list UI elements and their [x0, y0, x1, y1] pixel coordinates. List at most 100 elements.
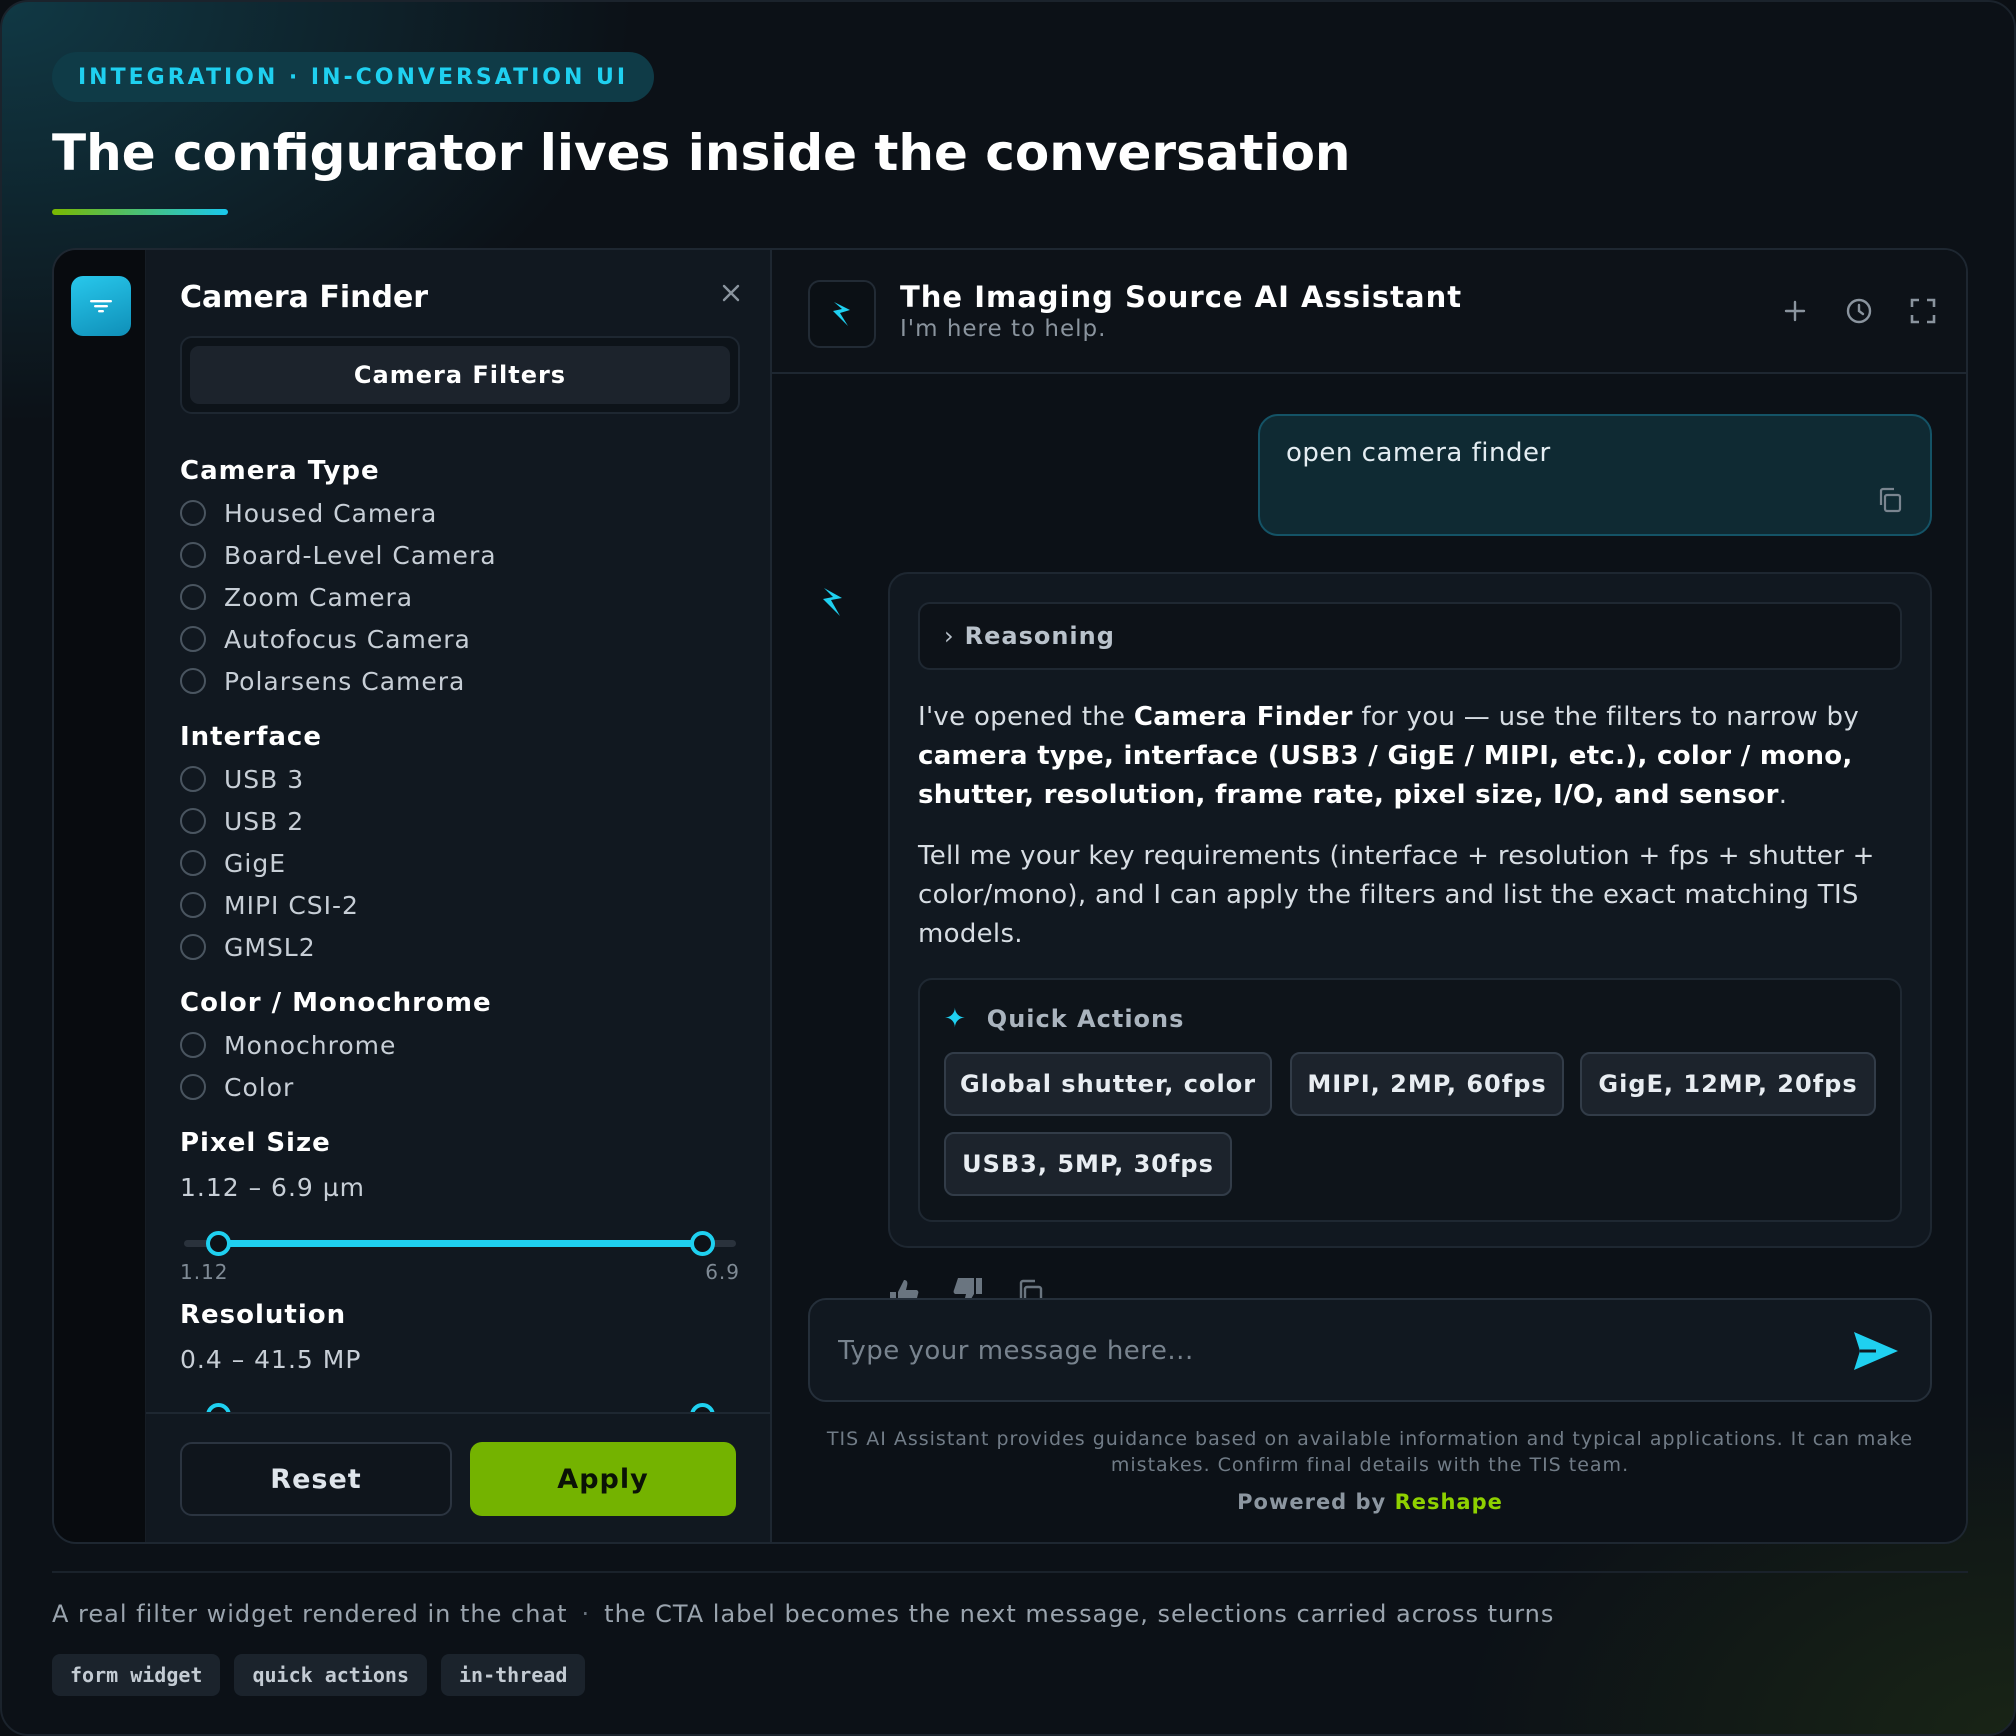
message-composer [808, 1298, 1932, 1402]
demo-window: Camera Finder Camera Filters Camera Type… [52, 248, 1968, 1544]
option-label: Zoom Camera [224, 582, 414, 612]
copy-icon[interactable] [1876, 486, 1904, 514]
powered-by: Powered by Reshape [808, 1490, 1932, 1514]
chat-panel: The Imaging Source AI Assistant I'm here… [772, 250, 1966, 1542]
radio-option[interactable]: Monochrome [180, 1024, 740, 1066]
radio-option[interactable]: GMSL2 [180, 926, 740, 968]
apply-button[interactable]: Apply [470, 1442, 736, 1516]
option-label: Housed Camera [224, 498, 438, 528]
radio-button[interactable] [180, 850, 206, 876]
slider-min-label: 1.12 [180, 1260, 229, 1284]
filter-scroll-area[interactable]: Camera Type Housed Camera Board-Level Ca… [180, 450, 740, 1456]
radio-button[interactable] [180, 1032, 206, 1058]
user-message-text: open camera finder [1286, 438, 1551, 468]
option-label: Board-Level Camera [224, 540, 497, 570]
quick-action-chip[interactable]: MIPI, 2MP, 60fps [1290, 1052, 1564, 1116]
radio-button[interactable] [180, 892, 206, 918]
caption-right: the CTA label becomes the next message, … [604, 1600, 1555, 1628]
tag: in-thread [441, 1654, 586, 1696]
option-label: GMSL2 [224, 932, 316, 962]
assistant-paragraph-2: Tell me your key requirements (interface… [918, 841, 1875, 949]
radio-button[interactable] [180, 500, 206, 526]
option-label: Autofocus Camera [224, 624, 471, 654]
powered-by-brand-link[interactable]: Reshape [1395, 1490, 1503, 1514]
radio-option[interactable]: Color [180, 1066, 740, 1108]
assistant-message-text: I've opened the Camera Finder for you — … [918, 698, 1908, 954]
tab-bar: Camera Filters [180, 336, 740, 414]
option-label: Monochrome [224, 1030, 397, 1060]
caption: A real filter widget rendered in the cha… [52, 1600, 1554, 1628]
assistant-mark-icon [820, 584, 848, 620]
radio-option[interactable]: GigE [180, 842, 740, 884]
slider-min-handle[interactable] [206, 1231, 231, 1256]
resolution-range-text: 0.4 – 41.5 MP [180, 1344, 362, 1374]
assistant-message-card: › Reasoning I've opened the Camera Finde… [888, 572, 1932, 1248]
section-title-camera-type: Camera Type [180, 456, 380, 486]
option-label: MIPI CSI-2 [224, 890, 359, 920]
message-input[interactable] [838, 1328, 1818, 1374]
radio-button[interactable] [180, 934, 206, 960]
radio-button[interactable] [180, 766, 206, 792]
assistant-paragraph-1: I've opened the Camera Finder for you — … [918, 702, 1860, 810]
quick-action-chip[interactable]: GigE, 12MP, 20fps [1580, 1052, 1876, 1116]
chat-title: The Imaging Source AI Assistant [900, 280, 1463, 314]
reset-button[interactable]: Reset [180, 1442, 452, 1516]
user-message-bubble: open camera finder [1258, 414, 1932, 536]
radio-option[interactable]: Zoom Camera [180, 576, 740, 618]
radio-button[interactable] [180, 542, 206, 568]
section-title-resolution: Resolution [180, 1300, 347, 1330]
quick-actions-label: Quick Actions [986, 1005, 1185, 1033]
radio-button[interactable] [180, 808, 206, 834]
reasoning-toggle[interactable]: › Reasoning [918, 602, 1902, 670]
quick-action-chip[interactable]: Global shutter, color [944, 1052, 1272, 1116]
section-title-interface: Interface [180, 722, 322, 752]
radio-option[interactable]: Polarsens Camera [180, 660, 740, 702]
send-icon[interactable] [1852, 1330, 1900, 1372]
chat-subtitle: I'm here to help. [900, 316, 1107, 342]
radio-button[interactable] [180, 584, 206, 610]
radio-option[interactable]: Autofocus Camera [180, 618, 740, 660]
camera-finder-panel: Camera Finder Camera Filters Camera Type… [146, 250, 772, 1542]
caption-left: A real filter widget rendered in the cha… [52, 1600, 568, 1628]
slider-max-handle[interactable] [690, 1231, 715, 1256]
option-label: GigE [224, 848, 286, 878]
radio-button[interactable] [180, 1074, 206, 1100]
close-icon[interactable] [714, 276, 748, 310]
radio-option[interactable]: Housed Camera [180, 492, 740, 534]
tag-list: form widget quick actions in-thread [52, 1654, 586, 1696]
filter-icon[interactable] [71, 276, 131, 336]
app-frame: INTEGRATION · IN-CONVERSATION UI The con… [0, 0, 2016, 1736]
page-title: The configurator lives inside the conver… [52, 124, 1351, 182]
quick-actions-header: ✦ Quick Actions [944, 1004, 1184, 1034]
tab-camera-filters[interactable]: Camera Filters [190, 346, 730, 404]
finder-title: Camera Finder [180, 280, 429, 315]
eyebrow-badge: INTEGRATION · IN-CONVERSATION UI [52, 52, 655, 102]
tag: form widget [52, 1654, 221, 1696]
plus-icon[interactable] [1778, 294, 1812, 328]
slider-max-label: 6.9 [705, 1260, 740, 1284]
chat-header: The Imaging Source AI Assistant I'm here… [772, 250, 1966, 374]
radio-option[interactable]: MIPI CSI-2 [180, 884, 740, 926]
radio-button[interactable] [180, 668, 206, 694]
radio-option[interactable]: USB 3 [180, 758, 740, 800]
pixel-size-slider[interactable]: 1.12 6.9 [180, 1210, 740, 1284]
radio-option[interactable]: USB 2 [180, 800, 740, 842]
option-label: USB 3 [224, 764, 305, 794]
side-rail [54, 250, 146, 1542]
quick-actions-box: ✦ Quick Actions Global shutter, color MI… [918, 978, 1902, 1222]
sparkle-icon: ✦ [944, 1004, 967, 1034]
section-title-pixel-size: Pixel Size [180, 1128, 331, 1158]
quick-action-chip[interactable]: USB3, 5MP, 30fps [944, 1132, 1232, 1196]
slider-fill [218, 1240, 702, 1247]
caption-separator: · [581, 1600, 591, 1628]
assistant-logo-icon [808, 280, 876, 348]
history-icon[interactable] [1842, 294, 1876, 328]
radio-option[interactable]: Board-Level Camera [180, 534, 740, 576]
section-title-color-mono: Color / Monochrome [180, 988, 492, 1018]
option-label: Polarsens Camera [224, 666, 466, 696]
finder-footer: Reset Apply [146, 1412, 770, 1542]
powered-by-label: Powered by [1237, 1490, 1387, 1514]
radio-button[interactable] [180, 626, 206, 652]
expand-icon[interactable] [1906, 294, 1940, 328]
option-label: USB 2 [224, 806, 305, 836]
